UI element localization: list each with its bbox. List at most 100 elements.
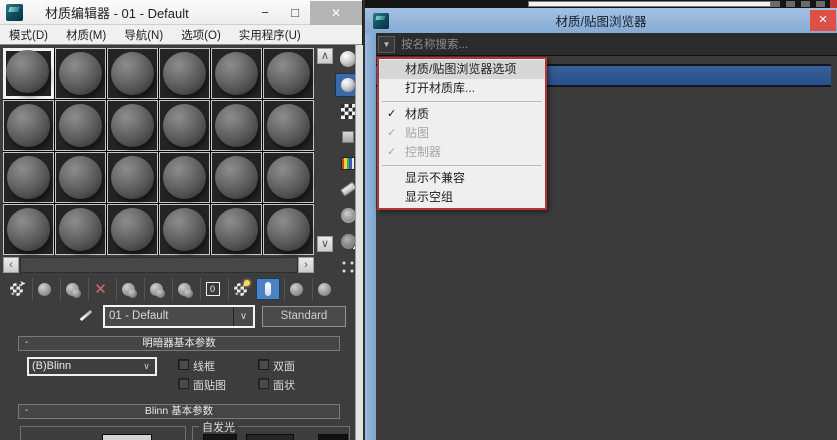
minimize-button[interactable]: − [250, 1, 280, 25]
search-input[interactable]: 按名称搜索... [401, 36, 468, 52]
reset-map-icon[interactable]: ✕ [88, 278, 112, 300]
material-sphere [6, 207, 50, 251]
put-material-to-scene-icon[interactable] [32, 278, 56, 300]
menu-item-browser-options[interactable]: 材质/贴图浏览器选项 [379, 60, 545, 79]
assign-material-to-selection-icon[interactable] [60, 278, 84, 300]
material-sample-slot[interactable] [211, 152, 262, 203]
scroll-down-icon[interactable]: ∨ [317, 236, 333, 252]
background-window-strip [365, 0, 837, 8]
material-sample-slot[interactable] [159, 100, 210, 151]
self-illum-spinner[interactable] [246, 434, 294, 440]
material-sample-slot[interactable] [211, 100, 262, 151]
material-sample-slot[interactable] [107, 48, 158, 99]
menu-options[interactable]: 选项(O) [172, 27, 230, 43]
material-sample-slot[interactable] [55, 100, 106, 151]
collapse-icon[interactable]: - [22, 406, 31, 416]
material-sample-slot[interactable] [3, 100, 54, 151]
menu-mode[interactable]: 模式(D) [0, 27, 57, 43]
menu-item-show-incompatible[interactable]: 显示不兼容 [379, 169, 545, 188]
material-sample-slot[interactable] [263, 204, 314, 255]
material-sample-slot[interactable] [107, 204, 158, 255]
menu-utilities[interactable]: 实用程序(U) [230, 27, 310, 43]
material-sample-slot[interactable] [55, 48, 106, 99]
material-sample-slot[interactable] [3, 204, 54, 255]
go-to-parent-icon[interactable] [284, 278, 308, 300]
material-sphere [162, 51, 206, 95]
material-editor-titlebar[interactable]: 材质编辑器 - 01 - Default − □ ✕ [0, 0, 362, 25]
chevron-down-icon[interactable]: ∨ [233, 307, 253, 326]
faceted-label: 面状 [273, 380, 295, 392]
put-to-library-icon[interactable] [172, 278, 196, 300]
browser-title: 材质/贴图浏览器 [555, 15, 647, 29]
menu-item-show-empty-groups[interactable]: 显示空组 [379, 188, 545, 207]
make-material-copy-icon[interactable] [116, 278, 140, 300]
show-end-result-icon[interactable] [256, 278, 280, 300]
rollout-blinn-basic-params[interactable]: - Blinn 基本参数 [18, 404, 340, 419]
background-toolbar-icons [771, 1, 825, 7]
material-type-button[interactable]: Standard [262, 306, 346, 327]
scroll-left-icon[interactable]: ‹ [3, 257, 19, 273]
wire-checkbox[interactable] [178, 359, 189, 370]
show-shaded-in-viewport-icon[interactable] [228, 278, 252, 300]
material-name-value: 01 - Default [109, 310, 169, 322]
menu-bar: 模式(D) 材质(M) 导航(N) 选项(O) 实用程序(U) [0, 25, 362, 45]
material-sample-slot[interactable] [159, 48, 210, 99]
background-close-sliver [830, 0, 837, 8]
material-sample-slot[interactable] [55, 152, 106, 203]
material-sphere [58, 207, 102, 251]
chevron-down-icon[interactable]: ∨ [138, 359, 155, 374]
material-sphere [266, 155, 310, 199]
menu-item-materials[interactable]: ✓ 材质 [379, 105, 545, 124]
wire-label: 线框 [193, 361, 215, 373]
material-sphere [6, 155, 50, 199]
menu-item-open-material-library[interactable]: 打开材质库... [379, 79, 545, 98]
pick-material-eyedropper-icon[interactable] [78, 308, 94, 324]
shader-type-dropdown[interactable]: (B)Blinn ∨ [27, 357, 157, 376]
two-sided-checkbox[interactable] [258, 359, 269, 370]
browser-titlebar[interactable]: 材质/贴图浏览器 ✕ [365, 8, 837, 33]
material-sample-slot[interactable] [211, 48, 262, 99]
menu-navigation[interactable]: 导航(N) [115, 27, 172, 43]
browser-close-button[interactable]: ✕ [810, 10, 836, 31]
scroll-up-icon[interactable]: ∧ [317, 48, 333, 64]
material-sample-slot[interactable] [159, 152, 210, 203]
menu-material[interactable]: 材质(M) [57, 27, 115, 43]
background-search-field [528, 1, 771, 7]
go-forward-sibling-icon[interactable] [312, 278, 336, 300]
faceted-checkbox[interactable] [258, 378, 269, 389]
material-id-channel-icon[interactable]: 0 [200, 278, 224, 300]
self-illum-checkbox-area[interactable] [203, 434, 237, 440]
material-sample-slot[interactable] [263, 152, 314, 203]
material-sample-slot[interactable] [55, 204, 106, 255]
collapse-icon[interactable]: - [22, 338, 31, 348]
rollout-shader-basic-params[interactable]: - 明暗器基本参数 [18, 336, 340, 351]
material-sample-slot[interactable] [159, 204, 210, 255]
browser-options-dropdown-icon[interactable]: ▼ [378, 35, 395, 53]
material-sample-slot[interactable] [211, 204, 262, 255]
material-sphere [58, 51, 102, 95]
material-sample-slot[interactable] [3, 48, 54, 99]
editor-vertical-scrollbar[interactable] [355, 45, 363, 440]
material-map-browser-window: 材质/贴图浏览器 ✕ ▼ 按名称搜索... 材质/贴图浏览器选项 打开材质库..… [365, 0, 837, 440]
make-unique-icon[interactable] [144, 278, 168, 300]
material-sample-slot[interactable] [107, 152, 158, 203]
get-material-icon[interactable]: ➤ [4, 278, 28, 300]
material-sample-slot[interactable] [263, 48, 314, 99]
material-name-dropdown[interactable]: 01 - Default ∨ [103, 305, 255, 328]
material-sample-slot[interactable] [107, 100, 158, 151]
menu-item-maps[interactable]: ✓ 贴图 [379, 124, 545, 143]
lock-button[interactable] [102, 434, 152, 440]
face-map-checkbox[interactable] [178, 378, 189, 389]
menu-item-controllers[interactable]: ✓ 控制器 [379, 143, 545, 162]
material-sphere [6, 103, 50, 147]
maximize-button[interactable]: □ [280, 1, 310, 25]
close-button[interactable]: ✕ [310, 0, 362, 25]
material-sphere [110, 103, 154, 147]
scroll-right-icon[interactable]: › [298, 257, 314, 273]
material-sample-slot[interactable] [263, 100, 314, 151]
horizontal-scrollbar[interactable] [20, 257, 298, 273]
material-sphere [214, 103, 258, 147]
self-illum-color-swatch[interactable] [318, 434, 348, 440]
material-sphere [5, 49, 49, 93]
material-sample-slot[interactable] [3, 152, 54, 203]
